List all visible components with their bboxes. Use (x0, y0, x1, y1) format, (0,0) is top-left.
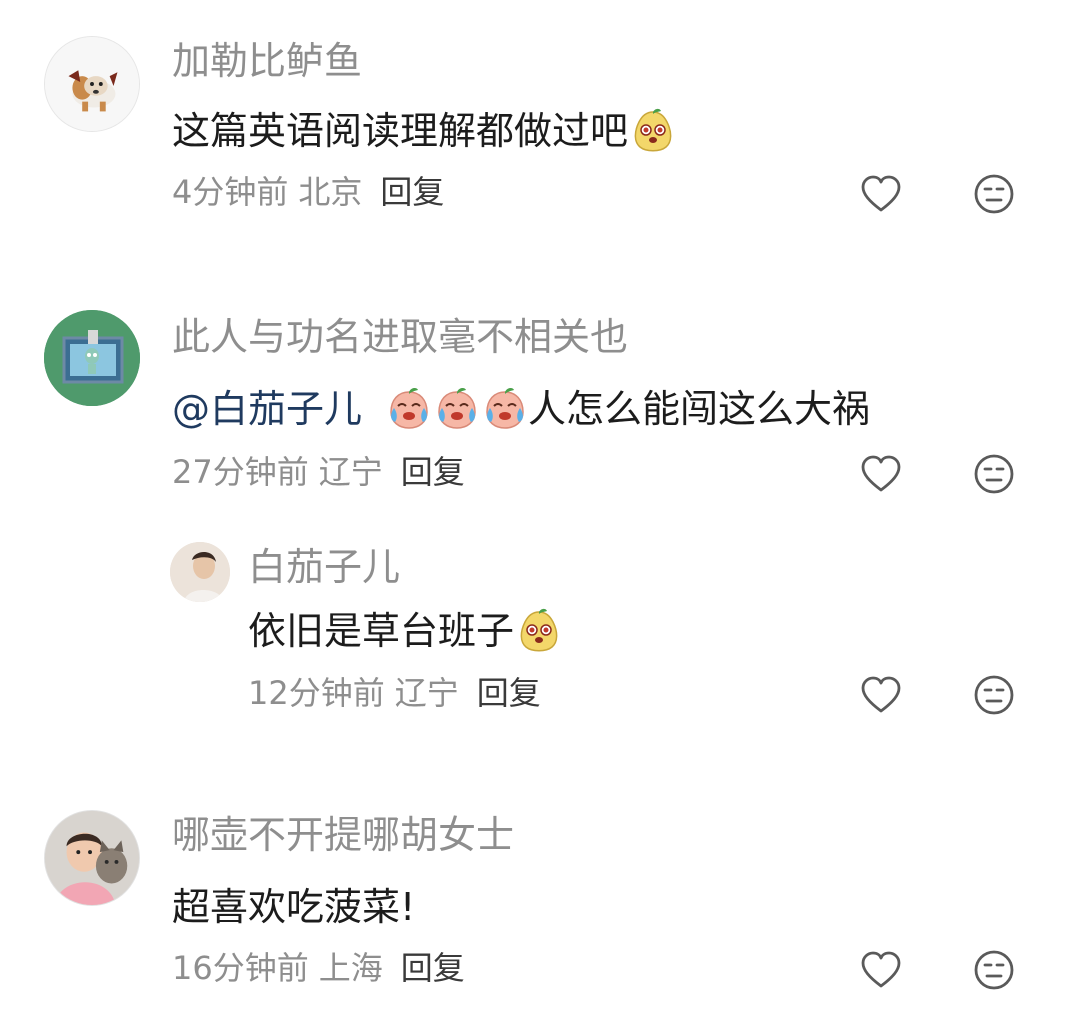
crying-peach-emoji (434, 386, 480, 432)
comment-body: 这篇英语阅读理解都做过吧 (172, 109, 629, 153)
avatar[interactable] (44, 36, 140, 132)
avatar[interactable] (170, 542, 230, 602)
comment-text: 超喜欢吃菠菜! (172, 884, 415, 930)
username[interactable]: 白茄子儿 (248, 548, 400, 586)
child-with-cat-avatar-image (45, 811, 139, 905)
comment-meta: 27分钟前 辽宁 回复 (172, 456, 465, 488)
dog-avatar-image (45, 37, 139, 131)
person-avatar-image (170, 542, 230, 602)
reply-button[interactable]: 回复 (477, 674, 541, 712)
comment-time: 12分钟前 (248, 674, 385, 712)
comment-meta: 12分钟前 辽宁 回复 (248, 677, 541, 709)
comment-body: 超喜欢吃菠菜! (172, 885, 416, 929)
comment-time: 4分钟前 (172, 173, 289, 211)
neutral-face-icon[interactable] (972, 452, 1016, 496)
avatar[interactable] (44, 310, 140, 406)
heart-outline-icon[interactable] (859, 673, 903, 717)
avatar[interactable] (44, 810, 140, 906)
comment-text: 这篇英语阅读理解都做过吧 (172, 108, 676, 154)
neutral-face-icon[interactable] (972, 948, 1016, 992)
squidward-avatar-image (44, 310, 140, 406)
comment-location: 辽宁 (318, 453, 383, 491)
comment-body: 依旧是草台班子 (248, 609, 515, 653)
neutral-face-icon[interactable] (972, 673, 1016, 717)
crying-peach-emoji (386, 386, 432, 432)
username[interactable]: 此人与功名进取毫不相关也 (172, 318, 628, 356)
neutral-face-icon[interactable] (972, 172, 1016, 216)
comment-location: 北京 (298, 173, 363, 211)
reply-button[interactable]: 回复 (380, 173, 444, 211)
yellow-pear-emoji (630, 108, 676, 154)
mention-link[interactable]: @白茄子儿 (172, 390, 362, 428)
reply-button[interactable]: 回复 (401, 949, 465, 987)
crying-peach-emoji (482, 386, 528, 432)
comment-meta: 16分钟前 上海 回复 (172, 952, 465, 984)
comment-text: 依旧是草台班子 (248, 608, 562, 654)
comment-location: 上海 (318, 949, 383, 987)
reply-button[interactable]: 回复 (401, 453, 465, 491)
heart-outline-icon[interactable] (859, 452, 903, 496)
username[interactable]: 加勒比鲈鱼 (172, 42, 362, 80)
comment-meta: 4分钟前 北京 回复 (172, 176, 444, 208)
comment-time: 16分钟前 (172, 949, 309, 987)
heart-outline-icon[interactable] (859, 172, 903, 216)
comment-time: 27分钟前 (172, 453, 309, 491)
comment-text: @白茄子儿 人怎么能闯这么大祸 (172, 386, 870, 432)
comment-body: 人怎么能闯这么大祸 (528, 387, 871, 431)
yellow-pear-emoji (516, 608, 562, 654)
username[interactable]: 哪壶不开提哪胡女士 (172, 816, 514, 854)
comment-location: 辽宁 (394, 674, 459, 712)
heart-outline-icon[interactable] (859, 948, 903, 992)
